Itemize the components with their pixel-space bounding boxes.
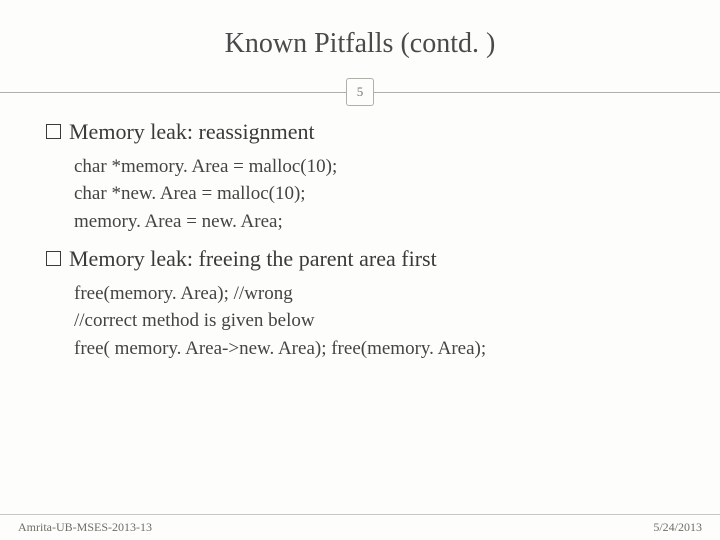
code-line: char *new. Area = malloc(10); bbox=[74, 180, 676, 208]
code-block: free(memory. Area); //wrong //correct me… bbox=[46, 280, 676, 363]
square-bullet-icon bbox=[46, 124, 61, 139]
code-line: memory. Area = new. Area; bbox=[74, 208, 676, 236]
page-number-badge: 5 bbox=[346, 78, 374, 106]
section-heading: Memory leak: reassignment bbox=[46, 118, 676, 147]
slide-title: Known Pitfalls (contd. ) bbox=[44, 28, 676, 60]
code-block: char *memory. Area = malloc(10); char *n… bbox=[46, 153, 676, 236]
code-line: char *memory. Area = malloc(10); bbox=[74, 153, 676, 181]
code-line: //correct method is given below bbox=[74, 307, 676, 335]
section-heading-text: Memory leak: freeing the parent area fir… bbox=[69, 245, 437, 274]
title-divider: 5 bbox=[44, 78, 676, 106]
square-bullet-icon bbox=[46, 251, 61, 266]
section-heading: Memory leak: freeing the parent area fir… bbox=[46, 245, 676, 274]
code-line: free(memory. Area); //wrong bbox=[74, 280, 676, 308]
slide-content: Memory leak: reassignment char *memory. … bbox=[44, 118, 676, 362]
section-heading-text: Memory leak: reassignment bbox=[69, 118, 315, 147]
code-line: free( memory. Area->new. Area); free(mem… bbox=[74, 335, 676, 363]
footer-left: Amrita-UB-MSES-2013-13 bbox=[18, 520, 152, 535]
footer-right: 5/24/2013 bbox=[653, 520, 702, 535]
slide: Known Pitfalls (contd. ) 5 Memory leak: … bbox=[0, 0, 720, 540]
slide-footer: Amrita-UB-MSES-2013-13 5/24/2013 bbox=[0, 514, 720, 540]
